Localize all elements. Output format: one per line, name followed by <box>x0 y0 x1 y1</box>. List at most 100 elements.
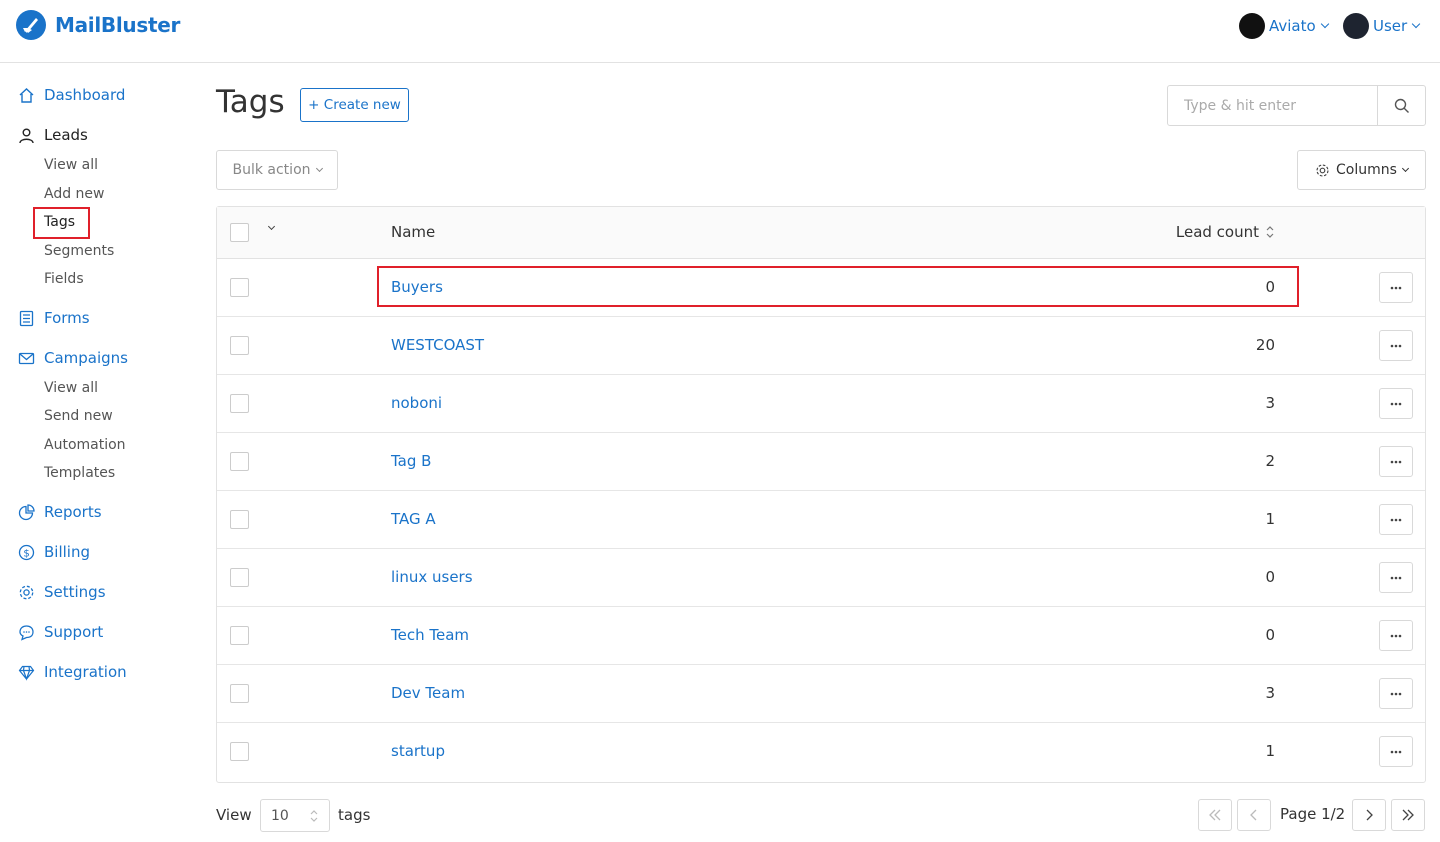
row-actions-button[interactable] <box>1379 330 1413 361</box>
chat-bubble-icon <box>17 623 35 641</box>
tag-name-link[interactable]: Tech Team <box>391 626 469 644</box>
more-dots-icon <box>1390 750 1402 753</box>
more-dots-icon <box>1390 402 1402 405</box>
row-actions-button[interactable] <box>1379 562 1413 593</box>
row-checkbox[interactable] <box>230 394 249 413</box>
tag-name-link[interactable]: WESTCOAST <box>391 336 484 354</box>
user-menu[interactable]: User <box>1343 13 1421 39</box>
bulk-action-label: Bulk action <box>232 162 311 178</box>
row-actions-button[interactable] <box>1379 388 1413 419</box>
sidebar-subitem-view-all-campaigns[interactable]: View all <box>44 380 98 396</box>
view-label: View <box>216 806 252 824</box>
row-checkbox[interactable] <box>230 336 249 355</box>
double-chevron-right-icon <box>1402 809 1414 821</box>
sidebar-subitem-automation[interactable]: Automation <box>44 437 126 453</box>
column-header-lead-count[interactable]: Lead count <box>1176 223 1275 241</box>
search-button[interactable] <box>1377 86 1425 125</box>
row-actions-button[interactable] <box>1379 446 1413 477</box>
tag-name-link[interactable]: startup <box>391 742 445 760</box>
sidebar-item-reports[interactable]: Reports <box>17 503 102 521</box>
diamond-icon <box>17 663 35 681</box>
form-icon <box>17 309 35 327</box>
user-name: User <box>1373 17 1408 35</box>
chevron-down-icon[interactable] <box>267 222 276 231</box>
row-actions-button[interactable] <box>1379 504 1413 535</box>
chevron-right-icon <box>1366 809 1373 821</box>
table-row: Tag B 2 <box>217 433 1425 491</box>
columns-label: Columns <box>1336 162 1397 178</box>
sidebar-item-campaigns[interactable]: Campaigns <box>17 349 128 367</box>
lead-count: 3 <box>1265 394 1275 412</box>
gear-icon <box>1316 163 1329 177</box>
row-checkbox[interactable] <box>230 568 249 587</box>
select-all-checkbox[interactable] <box>230 223 249 242</box>
search-input[interactable] <box>1168 86 1378 125</box>
sidebar-item-leads[interactable]: Leads <box>17 126 88 144</box>
tag-name-link[interactable]: Tag B <box>391 452 431 470</box>
row-actions-button[interactable] <box>1379 272 1413 303</box>
sidebar-subitem-templates[interactable]: Templates <box>44 465 115 481</box>
row-actions-button[interactable] <box>1379 736 1413 767</box>
sidebar-subitem-view-all-leads[interactable]: View all <box>44 157 98 173</box>
tag-name-link[interactable]: linux users <box>391 568 473 586</box>
per-page-stepper[interactable]: 10 <box>260 799 330 832</box>
first-page-button[interactable] <box>1198 799 1232 831</box>
page-indicator: Page 1/2 <box>1280 805 1346 823</box>
row-checkbox[interactable] <box>230 452 249 471</box>
sidebar-item-label: Billing <box>44 543 90 561</box>
sidebar-subitem-add-new-lead[interactable]: Add new <box>44 186 105 202</box>
more-dots-icon <box>1390 460 1402 463</box>
double-chevron-left-icon <box>1209 809 1221 821</box>
brand-logo[interactable]: MailBluster <box>16 10 180 40</box>
search-icon <box>1394 98 1409 113</box>
row-checkbox[interactable] <box>230 742 249 761</box>
lead-count: 1 <box>1265 742 1275 760</box>
column-header-label: Lead count <box>1175 223 1259 241</box>
stepper-arrows-icon <box>310 809 318 822</box>
create-new-button[interactable]: + Create new <box>300 88 409 122</box>
more-dots-icon <box>1390 286 1402 289</box>
row-checkbox[interactable] <box>230 278 249 297</box>
sidebar-item-forms[interactable]: Forms <box>17 309 90 327</box>
sidebar-subitem-segments[interactable]: Segments <box>44 243 114 259</box>
pie-chart-icon <box>17 503 35 521</box>
sidebar-subitem-send-new[interactable]: Send new <box>44 408 113 424</box>
table-row: linux users 0 <box>217 549 1425 607</box>
sidebar-subitem-fields[interactable]: Fields <box>44 271 84 287</box>
more-dots-icon <box>1390 634 1402 637</box>
dollar-icon: $ <box>17 543 35 561</box>
row-checkbox[interactable] <box>230 684 249 703</box>
table-row: startup 1 <box>217 723 1425 781</box>
row-checkbox[interactable] <box>230 626 249 645</box>
chevron-down-icon <box>315 164 323 172</box>
tag-name-link[interactable]: Dev Team <box>391 684 465 702</box>
tag-name-link[interactable]: TAG A <box>391 510 436 528</box>
row-actions-button[interactable] <box>1379 620 1413 651</box>
chevron-down-icon <box>1320 19 1329 29</box>
sidebar-item-billing[interactable]: $ Billing <box>17 543 90 561</box>
sidebar-item-integration[interactable]: Integration <box>17 663 127 681</box>
table-row: noboni 3 <box>217 375 1425 433</box>
lead-count: 20 <box>1255 336 1275 354</box>
next-page-button[interactable] <box>1352 799 1386 831</box>
columns-dropdown[interactable]: Columns <box>1297 150 1426 190</box>
sidebar-item-settings[interactable]: Settings <box>17 583 106 601</box>
sidebar-item-support[interactable]: Support <box>17 623 103 641</box>
svg-text:$: $ <box>23 548 29 559</box>
home-icon <box>17 86 35 104</box>
sidebar-item-label: Settings <box>44 583 106 601</box>
per-page-value: 10 <box>271 807 289 824</box>
row-checkbox[interactable] <box>230 510 249 529</box>
user-icon <box>17 126 35 144</box>
table-row: Dev Team 3 <box>217 665 1425 723</box>
bulk-action-dropdown[interactable]: Bulk action <box>216 150 338 190</box>
workspace-switcher[interactable]: Aviato <box>1239 13 1329 39</box>
sidebar-item-dashboard[interactable]: Dashboard <box>17 86 125 104</box>
tag-name-link[interactable]: noboni <box>391 394 442 412</box>
row-actions-button[interactable] <box>1379 678 1413 709</box>
last-page-button[interactable] <box>1391 799 1425 831</box>
sort-icon <box>1266 226 1274 238</box>
column-header-name[interactable]: Name <box>391 223 435 241</box>
sidebar-item-label: Integration <box>44 663 127 681</box>
prev-page-button[interactable] <box>1237 799 1271 831</box>
